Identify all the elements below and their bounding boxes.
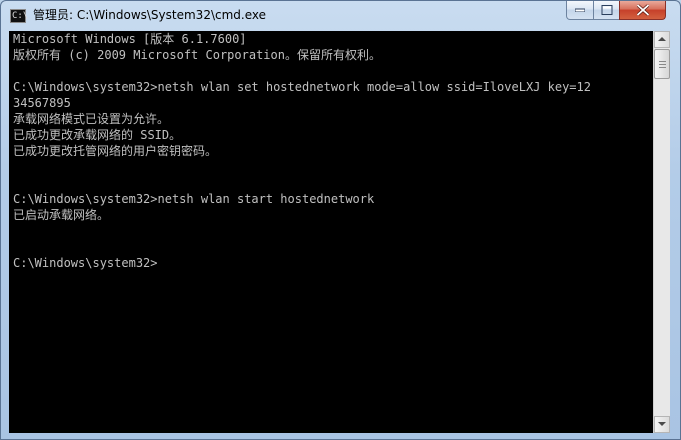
console-text: Microsoft Windows [版本 6.1.7600] 版权所有 (c) … <box>9 31 653 271</box>
console-prompt[interactable]: C:\Windows\system32> <box>13 255 653 271</box>
close-icon <box>636 4 649 16</box>
console-line: 34567895 <box>13 96 71 110</box>
scroll-thumb-grip <box>659 64 666 65</box>
scroll-thumb[interactable] <box>654 49 670 79</box>
cmd-window: C:\ 管理员: C:\Windows\System32\cmd.exe Mic… <box>0 0 681 440</box>
console-line: Microsoft Windows [版本 6.1.7600] <box>13 32 247 46</box>
vertical-scrollbar[interactable] <box>653 31 670 433</box>
console-output[interactable]: Microsoft Windows [版本 6.1.7600] 版权所有 (c) … <box>9 31 653 433</box>
window-title: 管理员: C:\Windows\System32\cmd.exe <box>33 8 266 22</box>
minimize-icon <box>575 8 585 12</box>
console-line: C:\Windows\system32>netsh wlan start hos… <box>13 192 375 206</box>
console-line: 已成功更改承载网络的 SSID。 <box>13 128 182 142</box>
scroll-thumb-grip <box>659 67 666 68</box>
close-button[interactable] <box>619 1 666 20</box>
scroll-thumb-grip <box>659 61 666 62</box>
cmd-icon[interactable]: C:\ <box>10 9 29 23</box>
scroll-up-arrow-icon <box>658 37 666 41</box>
scroll-up-button[interactable] <box>654 31 670 48</box>
minimize-button[interactable] <box>566 1 594 20</box>
scroll-down-arrow-icon <box>658 422 666 426</box>
console-line: 已启动承载网络。 <box>13 208 110 222</box>
scroll-down-button[interactable] <box>654 416 670 433</box>
console-line: C:\Windows\system32>netsh wlan set hoste… <box>13 80 591 94</box>
cmd-icon-glyph: C:\ <box>12 11 29 21</box>
maximize-icon <box>601 5 612 15</box>
maximize-button[interactable] <box>593 1 620 20</box>
console-line: 承载网络模式已设置为允许。 <box>13 112 170 126</box>
console-line: 版权所有 (c) 2009 Microsoft Corporation。保留所有… <box>13 48 381 62</box>
console-line: 已成功更改托管网络的用户密钥密码。 <box>13 144 218 158</box>
title-bar[interactable]: C:\ 管理员: C:\Windows\System32\cmd.exe <box>1 1 680 31</box>
